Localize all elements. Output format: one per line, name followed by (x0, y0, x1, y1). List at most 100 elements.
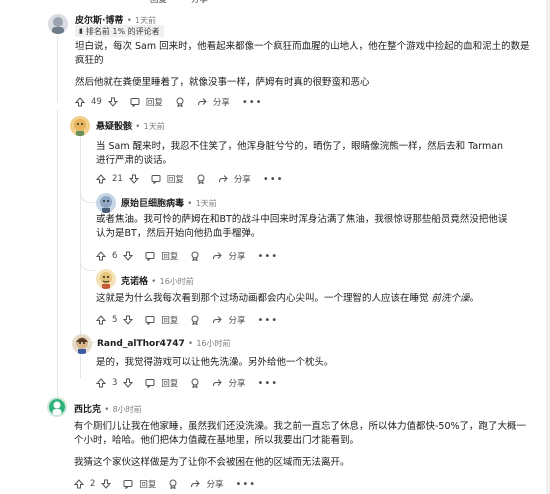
downvote-icon[interactable] (128, 174, 139, 184)
username-text[interactable]: Rand_alThor4747 (97, 339, 185, 349)
comment-italic-text: 前洗个澡 (431, 293, 470, 304)
reply-button[interactable]: 回复 (161, 377, 178, 389)
separator-dot: • (104, 405, 110, 415)
award-icon[interactable] (190, 378, 200, 388)
comment-actions: 5 回复 分享 ••• (96, 313, 278, 327)
award-icon[interactable] (175, 97, 185, 107)
username-text[interactable]: 克诺格 (121, 277, 148, 287)
comment-paragraph: 我猜这个家伙这样做是为了让你不会被困在他的区域而无法离开。 (74, 457, 350, 468)
upvote-icon[interactable] (96, 174, 106, 184)
upvote-icon[interactable] (96, 251, 106, 261)
comment-text: 这就是为什么我每次看到那个过场动画都会内心尖叫。一个理智的人应该在睡觉 (96, 293, 432, 304)
flair-text: 排名前 1% 的评论者 (85, 26, 160, 36)
comment-actions: 2 回复 分享 ••• (74, 477, 256, 491)
more-options-icon[interactable]: ••• (242, 97, 263, 108)
downvote-icon[interactable] (123, 378, 134, 388)
more-options-icon[interactable]: ••• (257, 378, 278, 389)
vote-count: 2 (90, 479, 96, 489)
comment-body: 是的，我觉得游戏可以让他先洗澡。另外给他一个枕头。 (96, 357, 334, 368)
username[interactable]: 克诺格 • 16小时前 (121, 274, 194, 287)
share-icon[interactable] (212, 378, 223, 388)
username-text[interactable]: 原始巨细胞病毒 (121, 199, 184, 209)
username[interactable]: 原始巨细胞病毒 • 1天前 (121, 196, 217, 209)
avatar[interactable] (72, 334, 92, 354)
comment-actions: 49 回复 分享 ••• (75, 95, 263, 109)
downvote-icon[interactable] (101, 479, 112, 489)
username[interactable]: Rand_alThor4747 • 16小时前 (97, 338, 231, 349)
more-options-icon[interactable]: ••• (263, 174, 284, 185)
username-text[interactable]: 西比克 (74, 405, 101, 415)
downvote-icon[interactable] (107, 97, 118, 107)
reply-icon[interactable] (145, 378, 155, 388)
reply-icon[interactable] (130, 97, 140, 107)
vote-count: 6 (112, 251, 118, 261)
thread-branch (80, 258, 95, 271)
share-button[interactable]: 分享 (228, 314, 245, 326)
comment-paragraph: 然后他就在粪便里睡着了，就像没事一样，萨姆有时真的很野蛮和恶心 (75, 77, 370, 88)
share-icon[interactable] (212, 251, 223, 261)
username[interactable]: 西比克 • 8小时前 (74, 402, 142, 415)
share-button[interactable]: 分享 (228, 377, 245, 389)
thread-branch (80, 190, 95, 203)
timestamp: 16小时前 (159, 277, 194, 286)
separator-dot: • (151, 277, 157, 287)
timestamp: 8小时前 (112, 405, 142, 414)
award-icon[interactable] (168, 479, 178, 489)
reply-button[interactable]: 回复 (161, 314, 178, 326)
separator-dot: • (187, 339, 194, 349)
share-button[interactable]: 分享 (228, 250, 245, 262)
more-options-icon[interactable]: ••• (235, 479, 256, 490)
comment-paragraph: 坦白说，每次 Sam 回来时，他看起来都像一个疯狂而血腥的山地人，他在整个游戏中… (75, 41, 530, 66)
more-options-icon[interactable]: ••• (257, 251, 278, 262)
award-icon[interactable] (190, 251, 200, 261)
reply-button[interactable]: 回复 (146, 96, 163, 108)
separator-dot: • (135, 122, 141, 132)
previous-reply-label[interactable]: 回复 (150, 0, 167, 5)
downvote-icon[interactable] (123, 251, 134, 261)
upvote-icon[interactable] (96, 378, 106, 388)
upvote-icon[interactable] (96, 315, 106, 325)
timestamp: 1天前 (135, 16, 157, 25)
thread-rail-main (57, 36, 58, 102)
reply-icon[interactable] (145, 251, 155, 261)
vote-count: 49 (91, 97, 102, 107)
share-icon[interactable] (197, 97, 207, 107)
username-text[interactable]: 悬疑骰骸 (96, 122, 132, 132)
reply-icon[interactable] (151, 174, 161, 184)
reply-icon[interactable] (123, 479, 133, 489)
share-icon[interactable] (212, 315, 223, 325)
comment-body: 有个厕们儿让我在他家睡，虽然我们还没洗澡。我之前一直忘了休息，所以体力值都快-5… (74, 420, 534, 470)
reply-button[interactable]: 回复 (161, 250, 178, 262)
user-flair-badge: ▮ 排名前 1% 的评论者 (75, 25, 164, 37)
previous-comment-actions: 回复 分享 (150, 0, 208, 6)
vote-count: 21 (112, 174, 123, 184)
flair-icon: ▮ (79, 27, 83, 35)
share-icon[interactable] (218, 174, 228, 184)
previous-share-label[interactable]: 分享 (191, 0, 208, 5)
avatar[interactable] (47, 397, 67, 417)
award-icon[interactable] (196, 174, 206, 184)
more-options-icon[interactable]: ••• (257, 315, 278, 326)
reply-button[interactable]: 回复 (139, 478, 156, 490)
timestamp: 1天前 (195, 199, 217, 208)
share-icon[interactable] (190, 479, 201, 489)
downvote-icon[interactable] (123, 315, 134, 325)
vote-count: 5 (112, 315, 118, 325)
share-button[interactable]: 分享 (206, 478, 223, 490)
upvote-icon[interactable] (74, 479, 84, 489)
avatar[interactable] (96, 269, 116, 289)
comment-paragraph: 有个厕们儿让我在他家睡，虽然我们还没洗澡。我之前一直忘了休息，所以体力值都快-5… (74, 421, 527, 446)
avatar[interactable] (96, 193, 116, 213)
username[interactable]: 悬疑骰骸 • 1天前 (96, 119, 165, 132)
scrollbar[interactable] (546, 0, 550, 494)
thread-rail-level2 (57, 110, 58, 410)
reply-button[interactable]: 回复 (167, 173, 184, 185)
avatar[interactable] (70, 116, 90, 136)
avatar[interactable] (48, 14, 68, 34)
share-button[interactable]: 分享 (234, 173, 251, 185)
comment-body: 或者焦油。我可怜的萨姆在和BT的战斗中回来时浑身沾满了焦油，我很惊讶那些船员竟然… (96, 214, 508, 239)
share-button[interactable]: 分享 (213, 96, 230, 108)
award-icon[interactable] (190, 315, 200, 325)
reply-icon[interactable] (145, 315, 155, 325)
upvote-icon[interactable] (75, 97, 85, 107)
